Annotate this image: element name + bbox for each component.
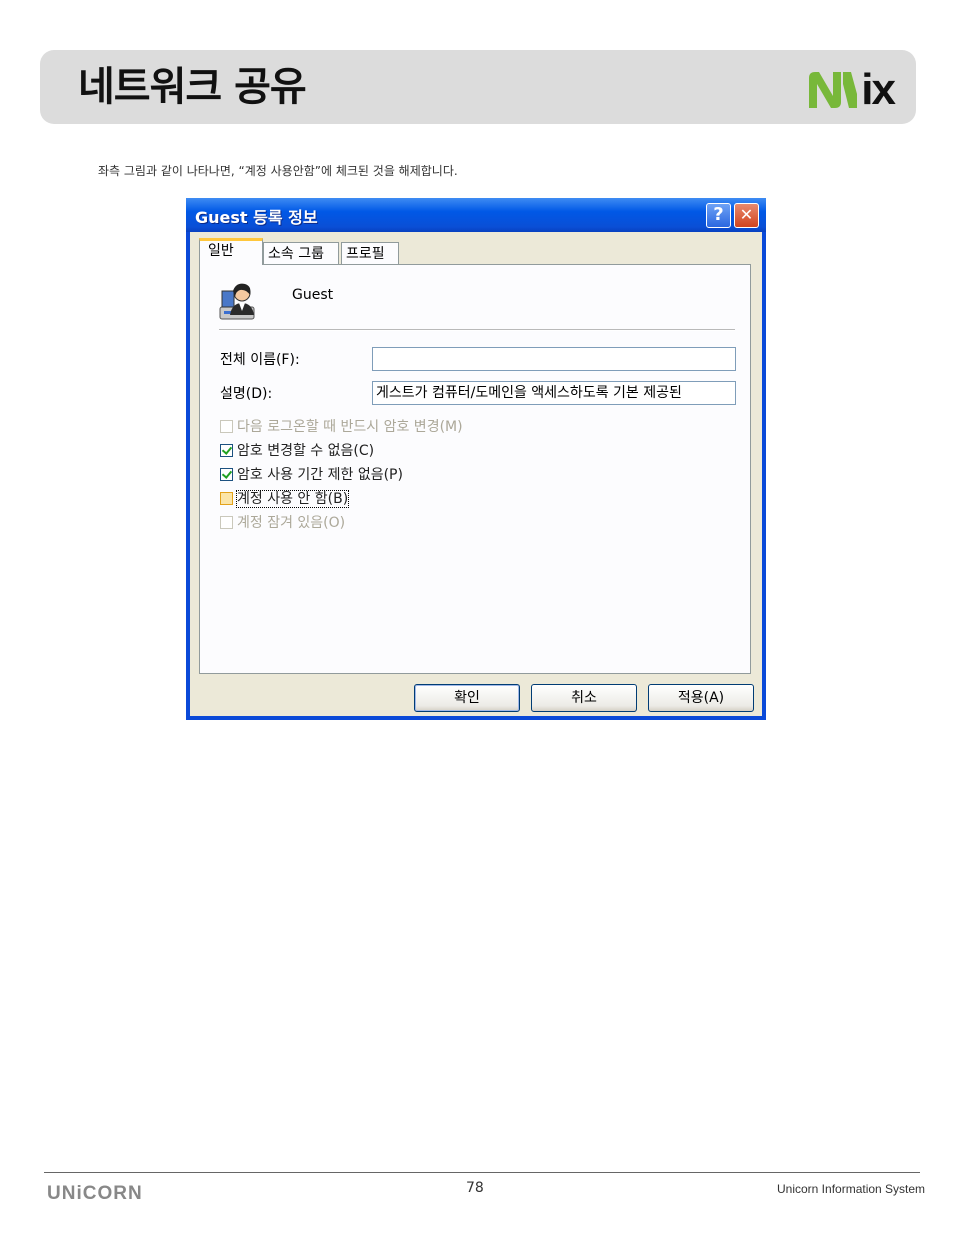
checkbox-label: 계정 잠겨 있음(O)	[237, 515, 346, 531]
cancel-button[interactable]: 취소	[531, 684, 637, 712]
checkbox-must-change-password: 다음 로그온할 때 반드시 암호 변경(M)	[220, 419, 463, 437]
full-name-input[interactable]	[372, 347, 736, 371]
checkbox-label: 계정 사용 안 함(B)	[235, 490, 350, 508]
brand-logo: ix	[807, 65, 896, 114]
user-name: Guest	[292, 287, 334, 303]
checkbox-box[interactable]	[220, 492, 233, 505]
header-band: 네트워크 공유 ix	[40, 50, 916, 124]
dialog-client: 일반 소속 그룹 프로필 Guest 전체 이름(F): 설명(D): 게스트가…	[190, 232, 762, 716]
footer-rule	[44, 1172, 920, 1173]
page-title: 네트워크 공유	[78, 64, 307, 110]
checkbox-account-locked: 계정 잠겨 있음(O)	[220, 515, 345, 533]
description-input[interactable]: 게스트가 컴퓨터/도메인을 액세스하도록 기본 제공된	[372, 381, 736, 405]
checkbox-box[interactable]	[220, 444, 233, 457]
footer-company: Unicorn Information System	[777, 1182, 926, 1196]
checkbox-account-disabled[interactable]: 계정 사용 안 함(B)	[220, 490, 350, 509]
ok-button[interactable]: 확인	[414, 684, 520, 712]
checkbox-cannot-change-password[interactable]: 암호 변경할 수 없음(C)	[220, 443, 374, 461]
tab-member-of[interactable]: 소속 그룹	[263, 242, 339, 264]
separator	[219, 329, 735, 331]
checkbox-password-never-expires[interactable]: 암호 사용 기간 제한 없음(P)	[220, 467, 403, 485]
user-icon	[219, 283, 255, 320]
page-number: 78	[466, 1180, 484, 1196]
brand-logo-text: ix	[861, 65, 896, 114]
tab-general[interactable]: 일반	[199, 238, 263, 265]
nvix-logo-mark-icon	[809, 72, 858, 108]
tab-profile[interactable]: 프로필	[341, 242, 399, 264]
checkbox-box	[220, 516, 233, 529]
footer-logo: UNiCORN	[47, 1183, 143, 1204]
dialog-title: Guest 등록 정보	[195, 208, 318, 227]
description-label: 설명(D):	[220, 386, 273, 402]
close-button[interactable]: ✕	[734, 203, 759, 228]
full-name-label: 전체 이름(F):	[220, 352, 300, 368]
checkbox-label: 암호 변경할 수 없음(C)	[237, 443, 375, 459]
checkbox-label: 암호 사용 기간 제한 없음(P)	[237, 467, 403, 483]
dialog-titlebar[interactable]: Guest 등록 정보 ? ✕	[186, 198, 766, 232]
guest-properties-dialog: Guest 등록 정보 ? ✕ 일반 소속 그룹 프로필 Guest 전체 이름…	[186, 198, 766, 720]
checkbox-label: 다음 로그온할 때 반드시 암호 변경(M)	[237, 419, 463, 435]
general-tab-panel: Guest 전체 이름(F): 설명(D): 게스트가 컴퓨터/도메인을 액세스…	[199, 264, 751, 674]
checkbox-box[interactable]	[220, 468, 233, 481]
checkbox-box	[220, 420, 233, 433]
help-button[interactable]: ?	[706, 203, 731, 228]
instruction-text: 좌측 그림과 같이 나타나면, “계정 사용안함”에 체크된 것을 해제합니다.	[98, 164, 458, 178]
apply-button[interactable]: 적용(A)	[648, 684, 754, 712]
